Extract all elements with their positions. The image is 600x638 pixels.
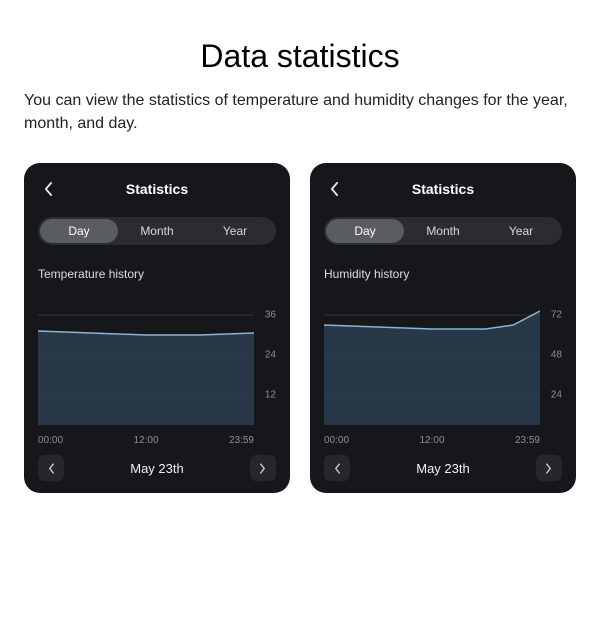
chart-title: Humidity history — [324, 267, 562, 281]
x-axis-ticks: 00:00 12:00 23:59 — [324, 435, 562, 446]
tab-year[interactable]: Year — [482, 219, 560, 243]
humidity-chart: 72 48 24 — [324, 295, 562, 425]
screen-title: Statistics — [126, 181, 188, 197]
chevron-left-icon — [330, 182, 339, 196]
x-tick: 23:59 — [229, 435, 254, 446]
chevron-right-icon — [545, 463, 552, 474]
tab-year[interactable]: Year — [196, 219, 274, 243]
x-tick: 00:00 — [324, 435, 349, 446]
statistics-screen-humidity: Statistics Day Month Year Humidity histo… — [310, 163, 576, 493]
next-date-button[interactable] — [536, 455, 562, 481]
y-tick: 24 — [551, 390, 562, 401]
date-label: May 23th — [130, 461, 183, 476]
time-range-segmented: Day Month Year — [38, 217, 276, 245]
prev-date-button[interactable] — [38, 455, 64, 481]
tab-day[interactable]: Day — [40, 219, 118, 243]
screen-title: Statistics — [412, 181, 474, 197]
statistics-screen-temperature: Statistics Day Month Year Temperature hi… — [24, 163, 290, 493]
chart-title: Temperature history — [38, 267, 276, 281]
page-subtitle: You can view the statistics of temperatu… — [24, 89, 576, 135]
page-title: Data statistics — [0, 38, 600, 75]
date-label: May 23th — [416, 461, 469, 476]
temperature-chart: 36 24 12 — [38, 295, 276, 425]
y-tick: 72 — [551, 309, 562, 320]
back-button[interactable] — [38, 177, 58, 201]
next-date-button[interactable] — [250, 455, 276, 481]
y-axis-ticks: 36 24 12 — [256, 295, 276, 425]
chevron-left-icon — [334, 463, 341, 474]
chevron-left-icon — [48, 463, 55, 474]
chevron-right-icon — [259, 463, 266, 474]
prev-date-button[interactable] — [324, 455, 350, 481]
x-tick: 12:00 — [133, 435, 158, 446]
chevron-left-icon — [44, 182, 53, 196]
time-range-segmented: Day Month Year — [324, 217, 562, 245]
y-tick: 24 — [265, 350, 276, 361]
y-tick: 48 — [551, 350, 562, 361]
x-axis-ticks: 00:00 12:00 23:59 — [38, 435, 276, 446]
tab-day[interactable]: Day — [326, 219, 404, 243]
tab-month[interactable]: Month — [118, 219, 196, 243]
y-tick: 12 — [265, 390, 276, 401]
back-button[interactable] — [324, 177, 344, 201]
y-axis-ticks: 72 48 24 — [542, 295, 562, 425]
x-tick: 12:00 — [419, 435, 444, 446]
tab-month[interactable]: Month — [404, 219, 482, 243]
x-tick: 00:00 — [38, 435, 63, 446]
x-tick: 23:59 — [515, 435, 540, 446]
y-tick: 36 — [265, 309, 276, 320]
